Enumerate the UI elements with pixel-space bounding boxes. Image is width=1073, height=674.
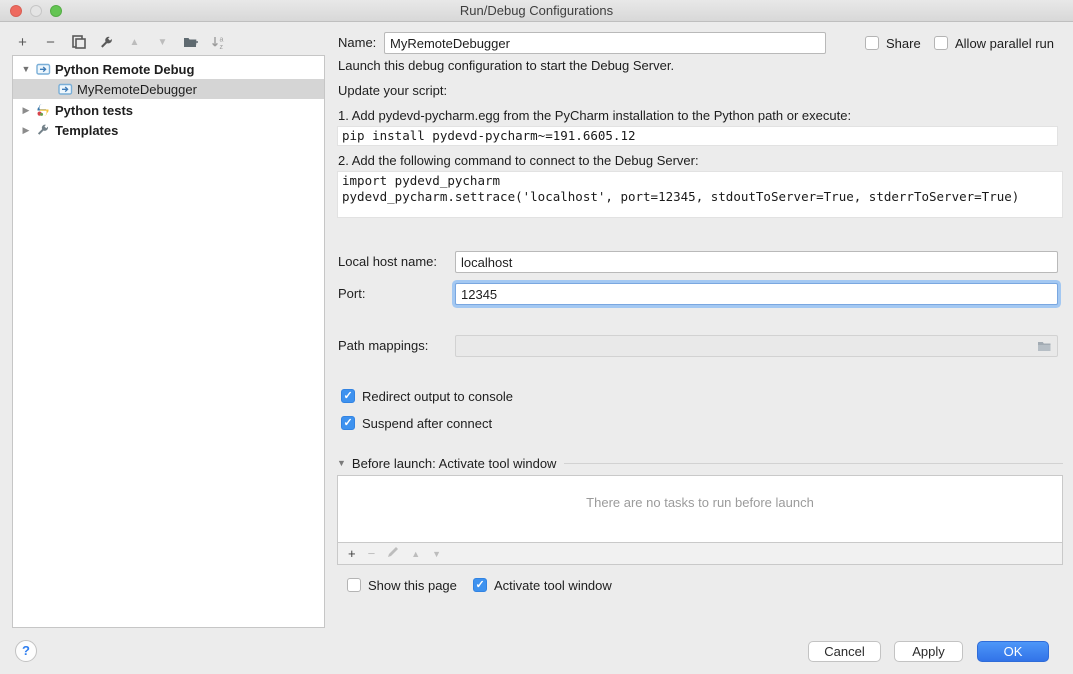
add-task-button[interactable]: +	[348, 546, 356, 561]
remote-debug-config-icon	[35, 61, 51, 77]
port-label: Port:	[338, 283, 365, 305]
move-task-down-button: ▼	[432, 549, 441, 559]
activate-tool-window-row[interactable]: Activate tool window	[473, 577, 612, 593]
suspend-after-connect-label: Suspend after connect	[362, 416, 492, 431]
edit-defaults-wrench-icon[interactable]	[98, 34, 115, 51]
help-button[interactable]: ?	[15, 640, 37, 662]
edit-task-pencil-icon	[387, 546, 399, 561]
redirect-output-row[interactable]: Redirect output to console	[341, 388, 513, 404]
remove-configuration-button[interactable]: −	[42, 34, 59, 51]
share-checkbox-row[interactable]: Share	[865, 35, 921, 51]
tree-item-label: MyRemoteDebugger	[77, 82, 197, 97]
show-this-page-row[interactable]: Show this page	[347, 577, 457, 593]
section-divider	[564, 463, 1063, 464]
code-line-1: import pydevd_pycharm	[342, 173, 500, 188]
tasks-toolbar: + − ▲ ▼	[337, 543, 1063, 565]
redirect-output-checkbox[interactable]	[341, 389, 355, 403]
before-launch-label: Before launch: Activate tool window	[352, 456, 557, 471]
expand-caret-icon[interactable]: ▼	[21, 64, 31, 74]
sort-configurations-icon[interactable]: az	[210, 34, 227, 51]
tree-item-myremotedebugger[interactable]: MyRemoteDebugger	[13, 79, 324, 99]
before-launch-tasks-list[interactable]: There are no tasks to run before launch	[337, 475, 1063, 543]
tree-item-label: Templates	[55, 123, 118, 138]
add-configuration-button[interactable]: +	[14, 34, 31, 51]
suspend-after-connect-checkbox[interactable]	[341, 416, 355, 430]
svg-text:a: a	[220, 36, 224, 43]
step1-text: 1. Add pydevd-pycharm.egg from the PyCha…	[338, 108, 851, 123]
tree-item-label: Python Remote Debug	[55, 62, 194, 77]
step2-text: 2. Add the following command to connect …	[338, 153, 699, 168]
local-host-name-input[interactable]	[455, 251, 1058, 273]
tree-item-python-tests[interactable]: ▶ Python tests	[13, 100, 324, 120]
cancel-button[interactable]: Cancel	[808, 641, 881, 662]
browse-folder-icon[interactable]	[1037, 340, 1052, 356]
activate-tool-window-checkbox[interactable]	[473, 578, 487, 592]
activate-tool-window-label: Activate tool window	[494, 578, 612, 593]
settrace-code-block[interactable]: import pydevd_pycharmpydevd_pycharm.sett…	[337, 171, 1063, 218]
before-launch-section-header[interactable]: ▼ Before launch: Activate tool window	[337, 456, 1063, 470]
ok-button[interactable]: OK	[977, 641, 1049, 662]
collapse-caret-icon[interactable]: ▶	[21, 125, 31, 136]
templates-wrench-icon	[35, 122, 51, 138]
apply-button[interactable]: Apply	[894, 641, 963, 662]
svg-text:z: z	[220, 44, 224, 50]
remove-task-button: −	[368, 546, 376, 561]
path-mappings-label: Path mappings:	[338, 335, 428, 357]
share-label: Share	[886, 36, 921, 51]
configuration-form: Name: Share Allow parallel run Launch th…	[337, 0, 1063, 674]
allow-parallel-label: Allow parallel run	[955, 36, 1054, 51]
update-script-text: Update your script:	[338, 83, 447, 98]
port-input[interactable]	[455, 283, 1058, 305]
tree-item-label: Python tests	[55, 103, 133, 118]
move-up-button: ▲	[126, 34, 143, 51]
remote-debug-config-icon	[57, 81, 73, 97]
path-mappings-field[interactable]	[455, 335, 1058, 357]
copy-configuration-icon[interactable]	[70, 34, 87, 51]
name-label: Name:	[338, 32, 376, 54]
configurations-tree: ▼ Python Remote Debug MyRemoteDebugger ▶…	[12, 55, 325, 628]
launch-description: Launch this debug configuration to start…	[338, 58, 674, 73]
move-task-up-button: ▲	[411, 549, 420, 559]
share-checkbox[interactable]	[865, 36, 879, 50]
local-host-name-label: Local host name:	[338, 251, 437, 273]
name-input[interactable]	[384, 32, 826, 54]
new-folder-icon[interactable]	[182, 34, 199, 51]
configurations-toolbar: + − ▲ ▼ az	[14, 32, 227, 52]
allow-parallel-checkbox-row[interactable]: Allow parallel run	[934, 35, 1054, 51]
pip-install-code[interactable]: pip install pydevd-pycharm~=191.6605.12	[337, 126, 1058, 146]
python-icon	[35, 102, 51, 118]
tree-item-python-remote-debug[interactable]: ▼ Python Remote Debug	[13, 59, 324, 79]
run-debug-configurations-dialog: Run/Debug Configurations + − ▲ ▼ az ▼ Py…	[0, 0, 1073, 674]
show-this-page-checkbox[interactable]	[347, 578, 361, 592]
move-down-button: ▼	[154, 34, 171, 51]
redirect-output-label: Redirect output to console	[362, 389, 513, 404]
suspend-after-connect-row[interactable]: Suspend after connect	[341, 415, 492, 431]
code-line-2: pydevd_pycharm.settrace('localhost', por…	[342, 189, 1019, 204]
tree-item-templates[interactable]: ▶ Templates	[13, 120, 324, 140]
section-collapse-caret-icon[interactable]: ▼	[337, 458, 346, 468]
no-tasks-message: There are no tasks to run before launch	[338, 495, 1062, 510]
show-this-page-label: Show this page	[368, 578, 457, 593]
allow-parallel-checkbox[interactable]	[934, 36, 948, 50]
collapse-caret-icon[interactable]: ▶	[21, 105, 31, 116]
